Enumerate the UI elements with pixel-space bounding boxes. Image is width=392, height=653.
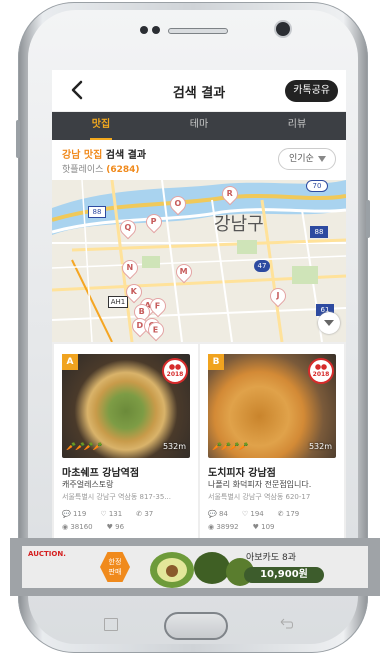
heart-count: ♥ 96 bbox=[106, 523, 125, 531]
restaurant-category: 캐주얼레스토랑 bbox=[62, 480, 114, 489]
back-key-icon[interactable] bbox=[280, 618, 294, 630]
earpiece-speaker bbox=[168, 28, 228, 34]
sort-label: 인기순 bbox=[289, 154, 314, 164]
app-screen: 검색 결과 카톡공유 맛집 테마 리뷰 강남 맛집 검색 결과 핫플레이스 (6… bbox=[52, 70, 346, 587]
like-count: ♡ 194 bbox=[241, 510, 264, 518]
result-title: 강남 맛집 검색 결과 bbox=[62, 146, 146, 161]
recent-apps-icon[interactable] bbox=[104, 618, 118, 631]
front-camera bbox=[276, 22, 290, 36]
result-header: 강남 맛집 검색 결과 핫플레이스 (6284) 인기순 bbox=[52, 140, 346, 180]
ad-product-name: 아보카도 8과 bbox=[246, 553, 296, 563]
restaurant-name: 도치피자 강남점 bbox=[208, 468, 276, 479]
call-count: ✆ 37 bbox=[136, 510, 154, 518]
stats: 💬 119 ♡ 131 ✆ 37 ◉ 38160 ♥ 96 bbox=[62, 510, 190, 536]
rank-badge: A bbox=[62, 354, 78, 370]
review-count: 💬 84 bbox=[208, 510, 228, 518]
limited-badge: 한정 판매 bbox=[100, 552, 130, 582]
ad-content: AUCTION. 한정 판매 아보카도 8과 10,900원 bbox=[22, 546, 368, 588]
stats: 💬 84 ♡ 194 ✆ 179 ◉ 38992 ♥ 109 bbox=[208, 510, 336, 536]
map-canvas bbox=[52, 180, 346, 342]
distance-label: 532m bbox=[162, 442, 186, 451]
ad-price: 10,900원 bbox=[244, 567, 324, 583]
route-badge: AH1 bbox=[108, 296, 128, 308]
rating-icons: 🥕🥕🥕🥕 bbox=[212, 442, 249, 451]
power-button bbox=[366, 200, 370, 238]
tab-bar: 맛집 테마 리뷰 bbox=[52, 112, 346, 140]
ad-brand: AUCTION. bbox=[28, 550, 66, 558]
result-count: (6284) bbox=[106, 165, 140, 175]
tab-restaurants[interactable]: 맛집 bbox=[52, 112, 150, 140]
result-subtitle: 핫플레이스 (6284) bbox=[62, 162, 140, 175]
restaurant-category: 나폴리 화덕피자 전문점입니다. bbox=[208, 480, 312, 489]
view-count: ◉ 38160 bbox=[62, 523, 93, 531]
heart-count: ♥ 109 bbox=[252, 523, 275, 531]
award-icon: 2018 bbox=[162, 358, 188, 384]
result-title-suffix: 검색 결과 bbox=[102, 150, 147, 161]
sensor-dot-2 bbox=[152, 26, 160, 34]
review-count: 💬 119 bbox=[62, 510, 87, 518]
hardware-nav bbox=[0, 596, 392, 653]
award-icon: 2018 bbox=[308, 358, 334, 384]
home-button[interactable] bbox=[164, 612, 228, 640]
kakao-share-button[interactable]: 카톡공유 bbox=[285, 80, 338, 102]
distance-label: 532m bbox=[308, 442, 332, 451]
result-keyword: 강남 맛집 bbox=[62, 150, 103, 161]
dropdown-arrow-icon bbox=[318, 156, 326, 162]
volume-button bbox=[16, 120, 20, 158]
sensor-dot-1 bbox=[140, 26, 148, 34]
device-frame: 검색 결과 카톡공유 맛집 테마 리뷰 강남 맛집 검색 결과 핫플레이스 (6… bbox=[0, 0, 392, 653]
like-count: ♡ 131 bbox=[100, 510, 123, 518]
result-category: 핫플레이스 bbox=[62, 165, 107, 175]
rating-icons: 🥕🥕🥕🥕 bbox=[66, 442, 103, 451]
view-count: ◉ 38992 bbox=[208, 523, 239, 531]
restaurant-address: 서울특별시 강남구 역삼동 620-17 bbox=[208, 493, 311, 501]
map-view[interactable]: 강남구 70 88 88 47 61 AH1 ROQPNMKAFBDCEJ bbox=[52, 180, 346, 342]
rank-badge: B bbox=[208, 354, 224, 370]
ad-banner[interactable]: AUCTION. 한정 판매 아보카도 8과 10,900원 bbox=[10, 538, 380, 596]
route-badge: 47 bbox=[254, 260, 270, 272]
restaurant-name: 마초쉐프 강남역점 bbox=[62, 468, 140, 479]
restaurant-address: 서울특별시 강남구 역삼동 817-35... bbox=[62, 493, 171, 501]
route-badge: 70 bbox=[306, 180, 328, 192]
tab-review[interactable]: 리뷰 bbox=[248, 112, 346, 140]
top-bar: 검색 결과 카톡공유 bbox=[52, 70, 346, 112]
sort-dropdown[interactable]: 인기순 bbox=[278, 148, 336, 170]
route-badge: 88 bbox=[88, 206, 106, 218]
map-collapse-button[interactable] bbox=[318, 312, 340, 334]
district-label: 강남구 bbox=[214, 214, 264, 235]
call-count: ✆ 179 bbox=[277, 510, 300, 518]
route-badge: 88 bbox=[310, 226, 328, 238]
tab-theme[interactable]: 테마 bbox=[150, 112, 248, 140]
